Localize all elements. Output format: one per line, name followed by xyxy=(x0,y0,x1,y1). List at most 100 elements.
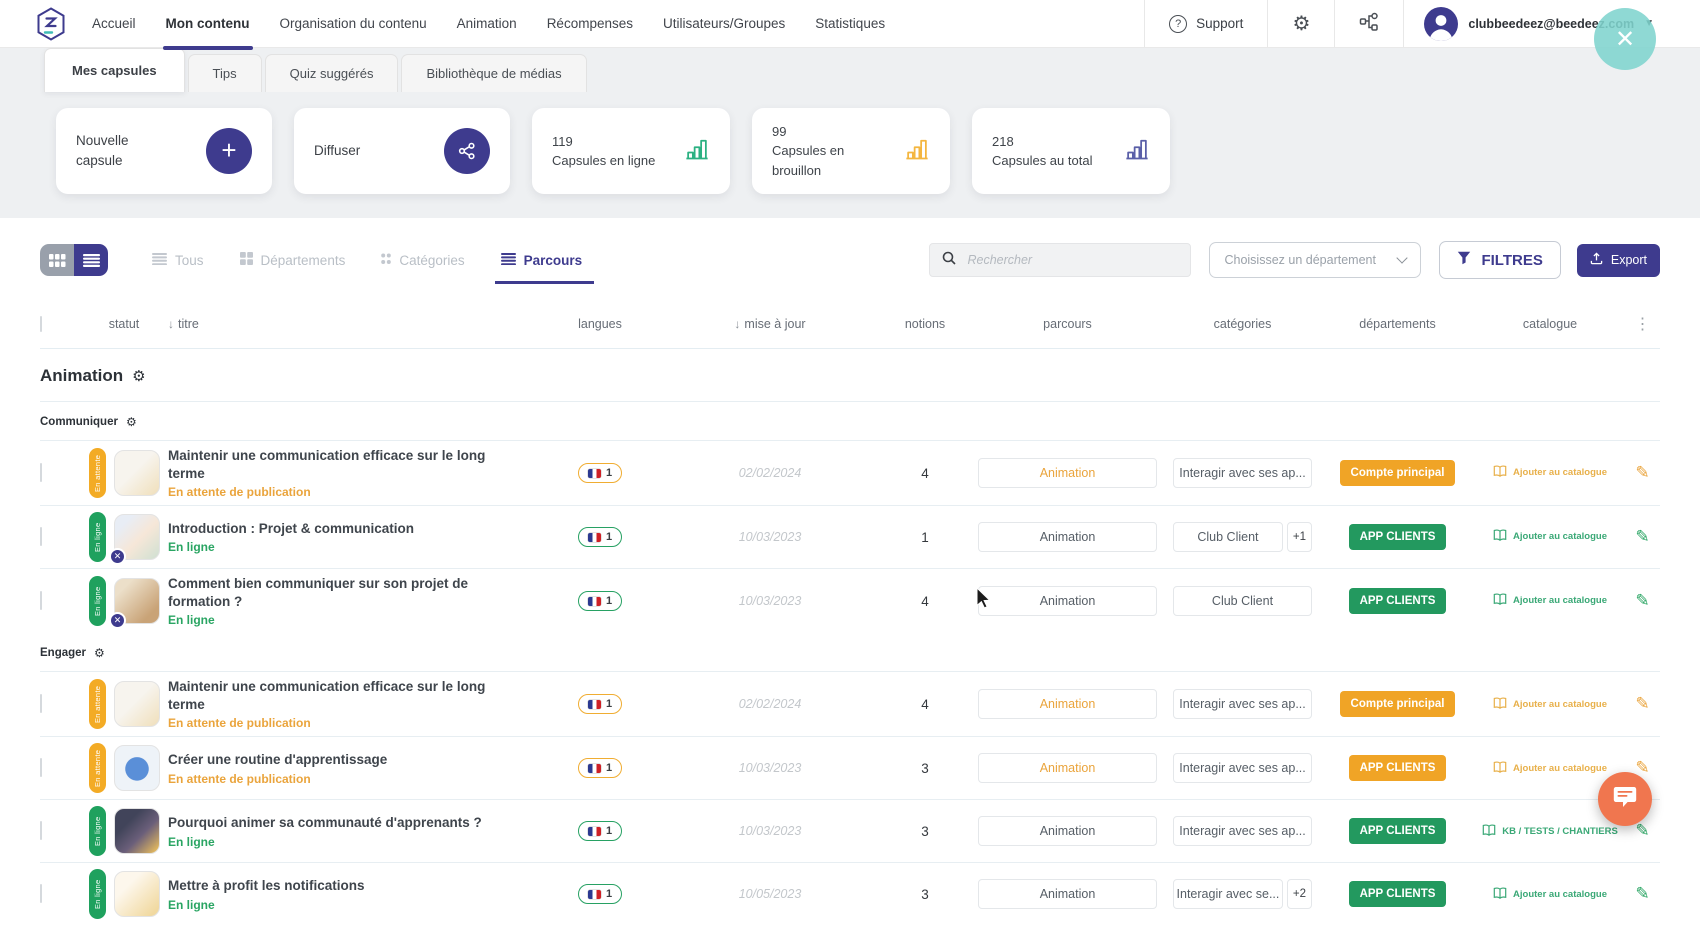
category-extra-chip[interactable]: +2 xyxy=(1287,879,1312,909)
settings-button[interactable]: ⚙ xyxy=(1268,0,1334,47)
status-cell: En attente xyxy=(80,448,114,498)
chat-launcher-button[interactable] xyxy=(1598,772,1652,826)
row-checkbox[interactable] xyxy=(40,527,42,546)
catalogue-action[interactable]: Ajouter au catalogue xyxy=(1475,697,1625,712)
capsule-row: En lignePourquoi animer sa communauté d'… xyxy=(40,799,1660,862)
department-select[interactable]: Choisissez un département xyxy=(1209,242,1421,278)
language-badge: 1 xyxy=(578,758,622,778)
tab-tips[interactable]: Tips xyxy=(188,54,262,92)
category-extra-chip[interactable]: +1 xyxy=(1287,522,1312,552)
categories-cell: Club Client xyxy=(1165,586,1320,616)
parcours-cell: Animation xyxy=(970,753,1165,783)
filter-tab-parcours[interactable]: Parcours xyxy=(501,240,583,280)
filters-button[interactable]: FILTRES xyxy=(1439,241,1560,279)
edit-pencil-icon[interactable]: ✎ xyxy=(1625,591,1660,611)
search-input[interactable] xyxy=(965,252,1178,268)
section-settings-gear-icon[interactable]: ⚙ xyxy=(132,369,145,384)
parcours-box[interactable]: Animation xyxy=(978,879,1157,909)
category-box[interactable]: Interagir avec ses ap... xyxy=(1173,753,1312,783)
support-button[interactable]: ? Support xyxy=(1145,0,1267,47)
header-titre[interactable]: ↓titre xyxy=(168,317,540,331)
tab-bibliothe-que-de-me-dias[interactable]: Bibliothèque de médias xyxy=(401,54,586,92)
filter-tab-de-partements[interactable]: Départements xyxy=(240,240,346,280)
header-catalogue: catalogue xyxy=(1475,317,1625,331)
capsule-title-block[interactable]: Créer une routine d'apprentissageEn atte… xyxy=(168,751,540,786)
catalogue-action[interactable]: Ajouter au catalogue xyxy=(1475,529,1625,544)
row-checkbox[interactable] xyxy=(40,694,42,713)
nav-item-re-compenses[interactable]: Récompenses xyxy=(547,0,633,47)
notions-count: 4 xyxy=(880,697,970,712)
catalogue-action[interactable]: Ajouter au catalogue xyxy=(1475,887,1625,902)
parcours-box[interactable]: Animation xyxy=(978,816,1157,846)
catalogue-action[interactable]: Ajouter au catalogue xyxy=(1475,761,1625,776)
capsule-title-block[interactable]: Comment bien communiquer sur son projet … xyxy=(168,575,540,627)
subsection-settings-gear-icon[interactable]: ⚙ xyxy=(94,647,105,659)
category-box[interactable]: Interagir avec ses ap... xyxy=(1173,816,1312,846)
thumbnail-cell xyxy=(114,681,168,727)
category-box[interactable]: Interagir avec ses ap... xyxy=(1173,458,1312,488)
overlay-close-button[interactable]: ✕ xyxy=(1594,8,1656,70)
capsule-row: En attenteCréer une routine d'apprentiss… xyxy=(40,736,1660,799)
checkbox-cell xyxy=(40,759,80,777)
capsule-title-block[interactable]: Introduction : Projet & communicationEn … xyxy=(168,520,540,555)
updated-date: 10/03/2023 xyxy=(660,594,880,608)
thumbnail-remove-icon[interactable]: ✕ xyxy=(109,612,126,629)
checkbox-cell xyxy=(40,695,80,713)
subsection-settings-gear-icon[interactable]: ⚙ xyxy=(126,416,137,428)
nav-item-organisation-du-contenu[interactable]: Organisation du contenu xyxy=(280,0,427,47)
beedeez-logo-icon[interactable] xyxy=(36,0,66,47)
nav-item-accueil[interactable]: Accueil xyxy=(92,0,136,47)
category-box[interactable]: Interagir avec se... xyxy=(1173,879,1283,909)
catalogue-book-icon xyxy=(1493,593,1507,608)
sort-icon: ↓ xyxy=(734,317,740,331)
select-all-checkbox[interactable] xyxy=(40,316,42,332)
row-checkbox[interactable] xyxy=(40,821,42,840)
catalogue-action[interactable]: Ajouter au catalogue xyxy=(1475,593,1625,608)
nav-item-mon-contenu[interactable]: Mon contenu xyxy=(166,0,250,47)
header-mise-a-jour[interactable]: ↓mise à jour xyxy=(660,317,880,331)
stat-card-capsules-en-brouillon[interactable]: 99Capsules en brouillon xyxy=(752,108,950,194)
tab-quiz-sugge-re-s[interactable]: Quiz suggérés xyxy=(265,54,399,92)
grid-view-button[interactable] xyxy=(40,244,74,276)
action-card-nouvelle-capsule[interactable]: Nouvelle capsule+ xyxy=(56,108,272,194)
tab-mes-capsules[interactable]: Mes capsules xyxy=(44,48,185,92)
parcours-box[interactable]: Animation xyxy=(978,522,1157,552)
language-flag-icon xyxy=(588,533,601,542)
capsule-title-block[interactable]: Mettre à profit les notificationsEn lign… xyxy=(168,877,540,912)
row-checkbox[interactable] xyxy=(40,884,42,903)
stat-card-capsules-en-ligne[interactable]: 119Capsules en ligne xyxy=(532,108,730,194)
parcours-cell: Animation xyxy=(970,586,1165,616)
nav-item-utilisateurs-groupes[interactable]: Utilisateurs/Groupes xyxy=(663,0,785,47)
languages-cell: 1 xyxy=(540,694,660,714)
catalogue-action[interactable]: Ajouter au catalogue xyxy=(1475,465,1625,480)
nav-item-statistiques[interactable]: Statistiques xyxy=(815,0,885,47)
edit-pencil-icon[interactable]: ✎ xyxy=(1625,527,1660,547)
category-box[interactable]: Club Client xyxy=(1173,522,1283,552)
parcours-box[interactable]: Animation xyxy=(978,753,1157,783)
export-button[interactable]: Export xyxy=(1577,244,1660,277)
parcours-box[interactable]: Animation xyxy=(978,586,1157,616)
org-share-button[interactable] xyxy=(1335,0,1403,47)
column-options-icon[interactable]: ⋮ xyxy=(1625,314,1660,334)
row-checkbox[interactable] xyxy=(40,758,42,777)
capsule-title-block[interactable]: Maintenir une communication efficace sur… xyxy=(168,678,540,730)
list-view-button[interactable] xyxy=(74,244,108,276)
thumbnail-remove-icon[interactable]: ✕ xyxy=(109,548,126,565)
edit-pencil-icon[interactable]: ✎ xyxy=(1625,884,1660,904)
filter-tab-label: Tous xyxy=(175,253,204,268)
action-card-diffuser[interactable]: Diffuser xyxy=(294,108,510,194)
row-checkbox[interactable] xyxy=(40,463,42,482)
parcours-box[interactable]: Animation xyxy=(978,458,1157,488)
parcours-box[interactable]: Animation xyxy=(978,689,1157,719)
filter-tab-tous[interactable]: Tous xyxy=(152,240,204,280)
category-box[interactable]: Interagir avec ses ap... xyxy=(1173,689,1312,719)
capsule-title-block[interactable]: Maintenir une communication efficace sur… xyxy=(168,447,540,499)
stat-card-capsules-au-total[interactable]: 218Capsules au total xyxy=(972,108,1170,194)
nav-item-animation[interactable]: Animation xyxy=(457,0,517,47)
filter-tab-cate-gories[interactable]: Catégories xyxy=(381,240,464,280)
row-checkbox[interactable] xyxy=(40,591,42,610)
category-box[interactable]: Club Client xyxy=(1173,586,1312,616)
edit-pencil-icon[interactable]: ✎ xyxy=(1625,694,1660,714)
edit-pencil-icon[interactable]: ✎ xyxy=(1625,463,1660,483)
capsule-title-block[interactable]: Pourquoi animer sa communauté d'apprenan… xyxy=(168,814,540,849)
